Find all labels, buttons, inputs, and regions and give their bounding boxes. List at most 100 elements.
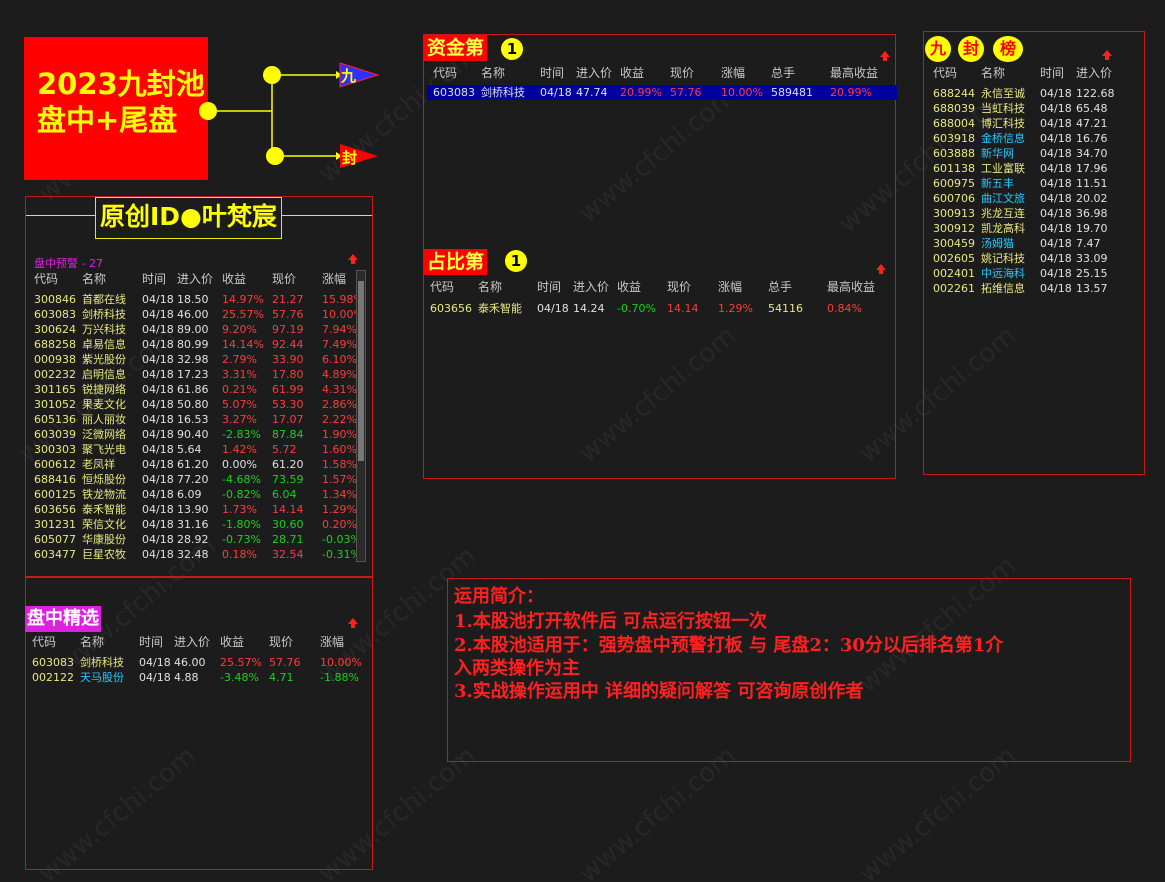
table-row[interactable]: 301052 果麦文化 04/18 50.80 5.07% 53.30 2.86% [34,397,357,412]
col-code[interactable]: 代码 [32,635,56,650]
col-max-profit[interactable]: 最高收益 [830,66,878,81]
col-change[interactable]: 涨幅 [718,280,742,295]
col-change[interactable]: 涨幅 [320,635,344,650]
table-row[interactable]: 600125 铁龙物流 04/18 6.09 -0.82% 6.04 1.34% [34,487,357,502]
table-row[interactable]: 002261 拓维信息 04/18 13.57 [933,281,1138,296]
table-row[interactable]: 002122 天马股份 04/18 4.88 -3.48% 4.71 -1.88% [32,670,362,685]
cell-name: 汤姆猫 [981,237,1014,250]
col-entry[interactable]: 进入价 [174,635,210,650]
table-row[interactable]: 605136 丽人丽妆 04/18 16.53 3.27% 17.07 2.22% [34,412,357,427]
col-entry[interactable]: 进入价 [573,280,609,295]
col-price[interactable]: 现价 [272,272,296,287]
table-row[interactable]: 603888 新华网 04/18 34.70 [933,146,1138,161]
sort-up-icon[interactable] [1102,50,1112,60]
cell-name: 剑桥科技 [481,86,525,99]
warning-scrollbar[interactable] [356,270,366,562]
table-row[interactable]: 603083 剑桥科技 04/18 47.74 20.99% 57.76 10.00% 589… [427,85,897,100]
table-row[interactable]: 688004 博汇科技 04/18 47.21 [933,116,1138,131]
table-row[interactable]: 688244 永信至诚 04/18 122.68 [933,86,1138,101]
sort-up-icon[interactable] [348,618,358,628]
table-row[interactable]: 603918 金桥信息 04/18 16.76 [933,131,1138,146]
sort-up-icon[interactable] [880,51,890,61]
table-row[interactable]: 601138 工业富联 04/18 17.96 [933,161,1138,176]
col-entry[interactable]: 进入价 [177,272,213,287]
col-name[interactable]: 名称 [478,280,502,295]
col-time[interactable]: 时间 [540,66,564,81]
col-volume[interactable]: 总手 [768,280,792,295]
cell-time: 04/18 [1040,147,1072,160]
table-row[interactable]: 603083 剑桥科技 04/18 46.00 25.57% 57.76 10.00% [32,655,362,670]
table-row[interactable]: 300303 聚飞光电 04/18 5.64 1.42% 5.72 1.60% [34,442,357,457]
table-row[interactable]: 300913 兆龙互连 04/18 36.98 [933,206,1138,221]
col-time[interactable]: 时间 [1040,66,1064,81]
table-row[interactable]: 603477 巨星农牧 04/18 32.48 0.18% 32.54 -0.31% [34,547,361,562]
col-profit[interactable]: 收益 [617,280,641,295]
col-price[interactable]: 现价 [670,66,694,81]
table-row[interactable]: 300459 汤姆猫 04/18 7.47 [933,236,1138,251]
col-change[interactable]: 涨幅 [322,272,346,287]
col-price[interactable]: 现价 [269,635,293,650]
col-name[interactable]: 名称 [82,272,106,287]
table-row[interactable]: 603656 泰禾智能 04/18 14.24 -0.70% 14.14 1.29% 5411… [427,301,889,316]
cell-entry: 47.74 [576,86,608,99]
cell-name: 新华网 [981,147,1014,160]
table-row[interactable]: 688258 卓易信息 04/18 80.99 14.14% 92.44 7.49% [34,337,357,352]
cell-entry: 122.68 [1076,87,1115,100]
col-time[interactable]: 时间 [142,272,166,287]
table-row[interactable]: 600706 曲江文旅 04/18 20.02 [933,191,1138,206]
cell-code: 688258 [34,338,76,351]
table-row[interactable]: 301231 荣信文化 04/18 31.16 -1.80% 30.60 0.20% [34,517,357,532]
cell-entry: 17.96 [1076,162,1108,175]
col-time[interactable]: 时间 [139,635,163,650]
col-code[interactable]: 代码 [933,66,957,81]
table-row[interactable]: 300846 首都在线 04/18 18.50 14.97% 21.27 15.98% [34,292,364,307]
cell-price: 92.44 [272,338,304,351]
cell-time: 04/18 [142,533,174,546]
col-profit[interactable]: 收益 [220,635,244,650]
table-row[interactable]: 002232 启明信息 04/18 17.23 3.31% 17.80 4.89% [34,367,357,382]
table-row[interactable]: 688039 当虹科技 04/18 65.48 [933,101,1138,116]
table-row[interactable]: 600612 老凤祥 04/18 61.20 0.00% 61.20 1.58% [34,457,357,472]
table-row[interactable]: 300912 凯龙高科 04/18 19.70 [933,221,1138,236]
col-name[interactable]: 名称 [981,66,1005,81]
col-profit[interactable]: 收益 [222,272,246,287]
col-code[interactable]: 代码 [433,66,457,81]
cell-time: 04/18 [142,473,174,486]
cell-profit: 25.57% [222,308,264,321]
cell-price: 14.14 [667,302,699,315]
sort-up-icon[interactable] [876,264,886,274]
table-row[interactable]: 603039 泛微网络 04/18 90.40 -2.83% 87.84 1.90% [34,427,357,442]
table-row[interactable]: 603656 泰禾智能 04/18 13.90 1.73% 14.14 1.29% [34,502,357,517]
col-entry[interactable]: 进入价 [576,66,612,81]
col-volume[interactable]: 总手 [771,66,795,81]
col-name[interactable]: 名称 [481,66,505,81]
col-time[interactable]: 时间 [537,280,561,295]
guide-line-3: 入两类操作为主 [454,658,580,679]
cell-name: 拓维信息 [981,282,1025,295]
table-row[interactable]: 603083 剑桥科技 04/18 46.00 25.57% 57.76 10.00% [34,307,364,322]
table-row[interactable]: 002401 中远海科 04/18 25.15 [933,266,1138,281]
col-name[interactable]: 名称 [80,635,104,650]
col-profit[interactable]: 收益 [620,66,644,81]
table-row[interactable]: 002605 姚记科技 04/18 33.09 [933,251,1138,266]
col-code[interactable]: 代码 [430,280,454,295]
col-price[interactable]: 现价 [667,280,691,295]
table-row[interactable]: 300624 万兴科技 04/18 89.00 9.20% 97.19 7.94% [34,322,357,337]
cell-time: 04/18 [1040,162,1072,175]
table-row[interactable]: 600975 新五丰 04/18 11.51 [933,176,1138,191]
table-row[interactable]: 688416 恒烁股份 04/18 77.20 -4.68% 73.59 1.57% [34,472,357,487]
cell-profit: 20.99% [620,86,662,99]
table-row[interactable]: 605077 华康股份 04/18 28.92 -0.73% 28.71 -0.03% [34,532,361,547]
scroll-thumb[interactable] [358,281,364,461]
col-entry[interactable]: 进入价 [1076,66,1112,81]
ratio-title: 占比第 [424,249,488,275]
col-max-profit[interactable]: 最高收益 [827,280,875,295]
col-change[interactable]: 涨幅 [721,66,745,81]
cell-entry: 28.92 [177,533,209,546]
flow-diagram [199,62,380,168]
sort-up-icon[interactable] [348,254,358,264]
table-row[interactable]: 301165 锐捷网络 04/18 61.86 0.21% 61.99 4.31% [34,382,357,397]
cell-name: 启明信息 [82,368,126,381]
col-code[interactable]: 代码 [34,272,58,287]
table-row[interactable]: 000938 紫光股份 04/18 32.98 2.79% 33.90 6.10% [34,352,357,367]
